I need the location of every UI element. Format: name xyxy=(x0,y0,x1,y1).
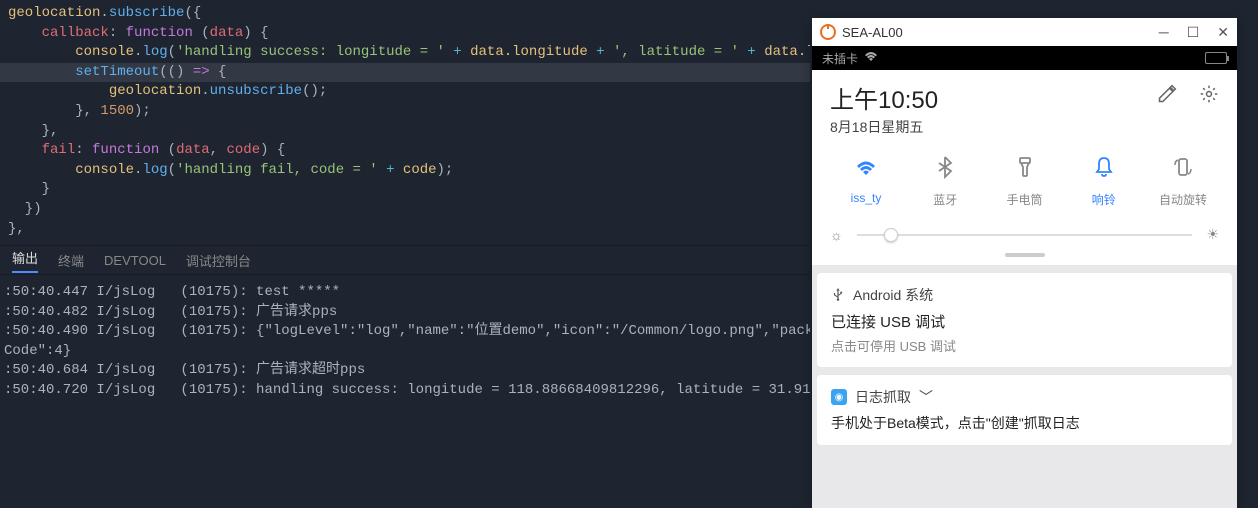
toggle-label: 响铃 xyxy=(1092,191,1116,208)
toggle-label: 手电筒 xyxy=(1006,191,1042,208)
notification-card[interactable]: Android 系统 已连接 USB 调试 点击可停用 USB 调试 xyxy=(817,273,1232,367)
code-line[interactable]: }) xyxy=(0,200,810,220)
notification-title: 已连接 USB 调试 xyxy=(831,311,1218,332)
wifi-small-icon xyxy=(864,52,878,65)
bluetooth-icon xyxy=(933,155,957,185)
panel-tabs: 输出 终端 DEVTOOL 调试控制台 xyxy=(0,245,810,275)
code-line[interactable]: }, 1500); xyxy=(0,102,810,122)
brightness-slider-row: ☼ ☀ xyxy=(830,226,1219,243)
flashlight-icon xyxy=(1013,155,1037,185)
code-line[interactable]: geolocation.subscribe({ xyxy=(0,4,810,24)
sim-status: 未插卡 xyxy=(822,50,858,67)
wifi-icon xyxy=(854,155,878,185)
toggle-bell[interactable]: 响铃 xyxy=(1068,155,1140,208)
toggle-bluetooth[interactable]: 蓝牙 xyxy=(909,155,981,208)
toggle-label: iss_ty xyxy=(851,191,882,205)
log-line: :50:40.482 I/jsLog (10175): 广告请求pps xyxy=(0,303,810,323)
code-line[interactable]: }, xyxy=(0,122,810,142)
log-app-icon: ◉ xyxy=(831,389,847,405)
notification-card[interactable]: ◉ 日志抓取 ﹀ 手机处于Beta模式，点击"创建"抓取日志 xyxy=(817,375,1232,445)
toggle-label: 自动旋转 xyxy=(1159,191,1207,208)
tab-调试控制台[interactable]: 调试控制台 xyxy=(186,251,251,270)
device-preview-window: SEA-AL00 ─ ☐ ✕ 未插卡 上午10:50 8月18日星期五 xyxy=(812,18,1237,508)
log-line: :50:40.447 I/jsLog (10175): test ***** xyxy=(0,283,810,303)
code-line[interactable]: console.log('handling success: longitude… xyxy=(0,43,810,63)
code-line[interactable]: fail: function (data, code) { xyxy=(0,141,810,161)
panel-drag-handle[interactable] xyxy=(1005,253,1045,257)
log-line: :50:40.490 I/jsLog (10175): {"logLevel":… xyxy=(0,322,810,342)
code-line[interactable]: setTimeout(() => { xyxy=(0,63,810,83)
close-button[interactable]: ✕ xyxy=(1217,24,1229,41)
window-title: SEA-AL00 xyxy=(842,25,903,40)
brightness-low-icon: ☼ xyxy=(830,227,843,243)
tab-输出[interactable]: 输出 xyxy=(12,248,38,273)
toggle-flashlight[interactable]: 手电筒 xyxy=(989,155,1061,208)
rotate-icon xyxy=(1171,155,1195,185)
bell-icon xyxy=(1092,155,1116,185)
window-title-bar: SEA-AL00 ─ ☐ ✕ xyxy=(812,18,1237,46)
usb-icon xyxy=(831,287,845,304)
brightness-high-icon: ☀ xyxy=(1206,226,1219,243)
chevron-down-icon[interactable]: ﹀ xyxy=(919,387,933,407)
edit-icon[interactable] xyxy=(1157,84,1177,110)
maximize-button[interactable]: ☐ xyxy=(1187,24,1200,41)
tab-devtool[interactable]: DEVTOOL xyxy=(104,253,166,268)
app-logo-icon xyxy=(820,24,836,40)
log-line: :50:40.684 I/jsLog (10175): 广告请求超时pps xyxy=(0,361,810,381)
code-editor[interactable]: geolocation.subscribe({ callback: functi… xyxy=(0,0,810,245)
code-line[interactable]: } xyxy=(0,180,810,200)
quick-settings-panel: 上午10:50 8月18日星期五 iss_ty 蓝牙 手电筒 响铃 自动旋转 ☼ ☀ xyxy=(812,70,1237,265)
code-line[interactable]: geolocation.unsubscribe(); xyxy=(0,82,810,102)
code-line[interactable]: callback: function (data) { xyxy=(0,24,810,44)
minimize-button[interactable]: ─ xyxy=(1159,24,1169,41)
log-line: :50:40.720 I/jsLog (10175): handling suc… xyxy=(0,381,810,401)
settings-icon[interactable] xyxy=(1199,84,1219,110)
brightness-thumb[interactable] xyxy=(884,228,898,242)
brightness-slider[interactable] xyxy=(857,234,1193,236)
notification-app-name: Android 系统 xyxy=(853,285,933,305)
toggle-wifi[interactable]: iss_ty xyxy=(830,155,902,208)
toggle-label: 蓝牙 xyxy=(933,191,957,208)
notification-subtitle: 点击可停用 USB 调试 xyxy=(831,336,1218,355)
clock-date: 8月18日星期五 xyxy=(830,117,938,137)
notification-title: 手机处于Beta模式，点击"创建"抓取日志 xyxy=(831,413,1218,433)
log-line: Code":4} xyxy=(0,342,810,362)
code-line[interactable]: console.log('handling fail, code = ' + c… xyxy=(0,161,810,181)
toggle-rotate[interactable]: 自动旋转 xyxy=(1147,155,1219,208)
tab-终端[interactable]: 终端 xyxy=(58,251,84,270)
notification-app-name: 日志抓取 xyxy=(855,387,911,407)
clock-time: 上午10:50 xyxy=(830,80,938,115)
code-line[interactable]: }, xyxy=(0,220,810,240)
battery-icon xyxy=(1205,52,1227,64)
output-log[interactable]: :50:40.447 I/jsLog (10175): test *****:5… xyxy=(0,275,810,505)
device-status-bar: 未插卡 xyxy=(812,46,1237,70)
